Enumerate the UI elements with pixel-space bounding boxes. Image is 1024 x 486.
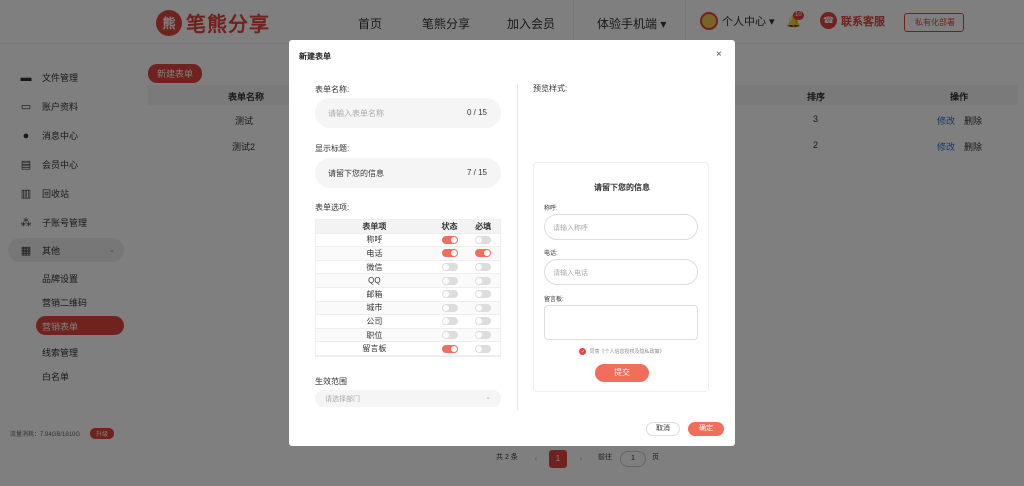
preview-submit-button: 提交 [595, 364, 649, 382]
status-toggle[interactable] [441, 235, 458, 244]
chevron-down-icon: ⌄ [485, 394, 491, 401]
status-toggle[interactable] [441, 249, 458, 258]
option-status-cell [433, 331, 467, 340]
table-row: QQ [316, 274, 500, 288]
required-toggle[interactable] [475, 344, 492, 353]
char-counter: 7 / 15 [466, 168, 487, 177]
display-title-value: 请留下您的信息 [328, 169, 384, 178]
required-toggle[interactable] [475, 235, 492, 244]
status-toggle[interactable] [441, 263, 458, 272]
option-status-cell [433, 249, 467, 258]
preview-field-label: 称呼: [544, 206, 558, 212]
preview-field-label: 留言板: [544, 297, 564, 303]
dialog-title: 新建表单 [299, 52, 331, 61]
table-row: 称呼 [316, 234, 500, 248]
table-header: 表单项 状态 必填 [316, 220, 500, 234]
option-status-cell [433, 317, 467, 326]
column-header: 状态 [441, 221, 458, 231]
table-row: 职位 [316, 328, 500, 343]
table-row: 微信 [316, 261, 500, 275]
required-toggle[interactable] [475, 317, 492, 326]
form-options-label: 表单选项: [315, 203, 350, 212]
department-select[interactable]: 请选择部门 ⌄ [315, 390, 501, 407]
form-name-input[interactable]: 请输入表单名称 0 / 15 [315, 98, 501, 128]
option-name: 邮箱 [366, 289, 383, 299]
preview-phone-input: 请输入电话 [544, 259, 698, 285]
new-form-dialog: 新建表单 × 表单名称: 请输入表单名称 0 / 15 显示标题: 请留下您的信… [289, 40, 735, 446]
option-name: 微信 [366, 262, 383, 272]
column-header: 表单项 [362, 221, 387, 231]
option-required-cell [466, 235, 500, 244]
form-name-placeholder: 请输入表单名称 [328, 109, 384, 118]
status-toggle[interactable] [441, 317, 458, 326]
option-name: 电话 [366, 248, 383, 258]
table-row: 电话 [316, 247, 500, 261]
department-placeholder: 请选择部门 [325, 396, 360, 403]
preview-placeholder: 请输入电话 [553, 270, 588, 277]
option-status-cell [433, 263, 467, 272]
required-toggle[interactable] [475, 290, 492, 299]
divider [517, 84, 518, 410]
scope-label: 生效范围 [315, 377, 347, 386]
preview-agreement: ✓ 同意《个人信息授权及隐私政策》 [534, 348, 710, 355]
option-name: 公司 [366, 316, 383, 326]
char-counter: 0 / 15 [466, 108, 487, 117]
table-row: 公司 [316, 315, 500, 329]
option-name: 职位 [366, 330, 383, 340]
option-required-cell [466, 303, 500, 312]
option-status-cell [433, 344, 467, 353]
status-toggle[interactable] [441, 290, 458, 299]
option-status-cell [433, 276, 467, 285]
preview-placeholder: 请输入称呼 [553, 225, 588, 232]
option-required-cell [466, 331, 500, 340]
status-toggle[interactable] [441, 303, 458, 312]
display-title-label: 显示标题: [315, 144, 350, 153]
form-preview: 请留下您的信息 称呼: 请输入称呼 电话: 请输入电话 留言板: ✓ 同意《个人… [533, 162, 709, 392]
cancel-button[interactable]: 取消 [646, 422, 680, 436]
form-name-label: 表单名称: [315, 85, 350, 94]
required-toggle[interactable] [475, 276, 492, 285]
table-row: 城市 [316, 301, 500, 316]
table-row: 留言板 [316, 342, 500, 356]
form-options-table: 表单项 状态 必填 称呼电话微信 QQ 邮箱城市公司职位留言板 [315, 219, 501, 357]
check-icon: ✓ [579, 348, 587, 355]
option-required-cell [466, 276, 500, 285]
close-icon[interactable]: × [716, 49, 722, 60]
option-required-cell [466, 344, 500, 353]
required-toggle[interactable] [475, 249, 492, 258]
option-status-cell [433, 303, 467, 312]
option-required-cell [466, 249, 500, 258]
preview-name-input: 请输入称呼 [544, 214, 698, 240]
table-row: 邮箱 [316, 288, 500, 302]
required-toggle[interactable] [475, 331, 492, 340]
required-toggle[interactable] [475, 263, 492, 272]
preview-field-label: 电话: [544, 251, 558, 257]
agreement-text: 同意《个人信息授权及隐私政策》 [589, 349, 665, 355]
status-toggle[interactable] [441, 344, 458, 353]
option-required-cell [466, 317, 500, 326]
option-required-cell [466, 263, 500, 272]
display-title-input[interactable]: 请留下您的信息 7 / 15 [315, 158, 501, 188]
preview-message-textarea [544, 305, 698, 340]
option-status-cell [433, 290, 467, 299]
preview-title: 请留下您的信息 [594, 183, 650, 192]
status-toggle[interactable] [441, 331, 458, 340]
option-required-cell [466, 290, 500, 299]
required-toggle[interactable] [475, 303, 492, 312]
option-status-cell [433, 235, 467, 244]
status-toggle[interactable] [441, 276, 458, 285]
option-name: QQ [368, 276, 381, 286]
confirm-button[interactable]: 确定 [688, 422, 724, 436]
option-name: 城市 [366, 303, 383, 313]
column-header: 必填 [475, 221, 492, 231]
option-name: 留言板 [362, 344, 387, 354]
option-name: 称呼 [366, 235, 383, 245]
preview-label: 预览样式: [533, 84, 568, 93]
